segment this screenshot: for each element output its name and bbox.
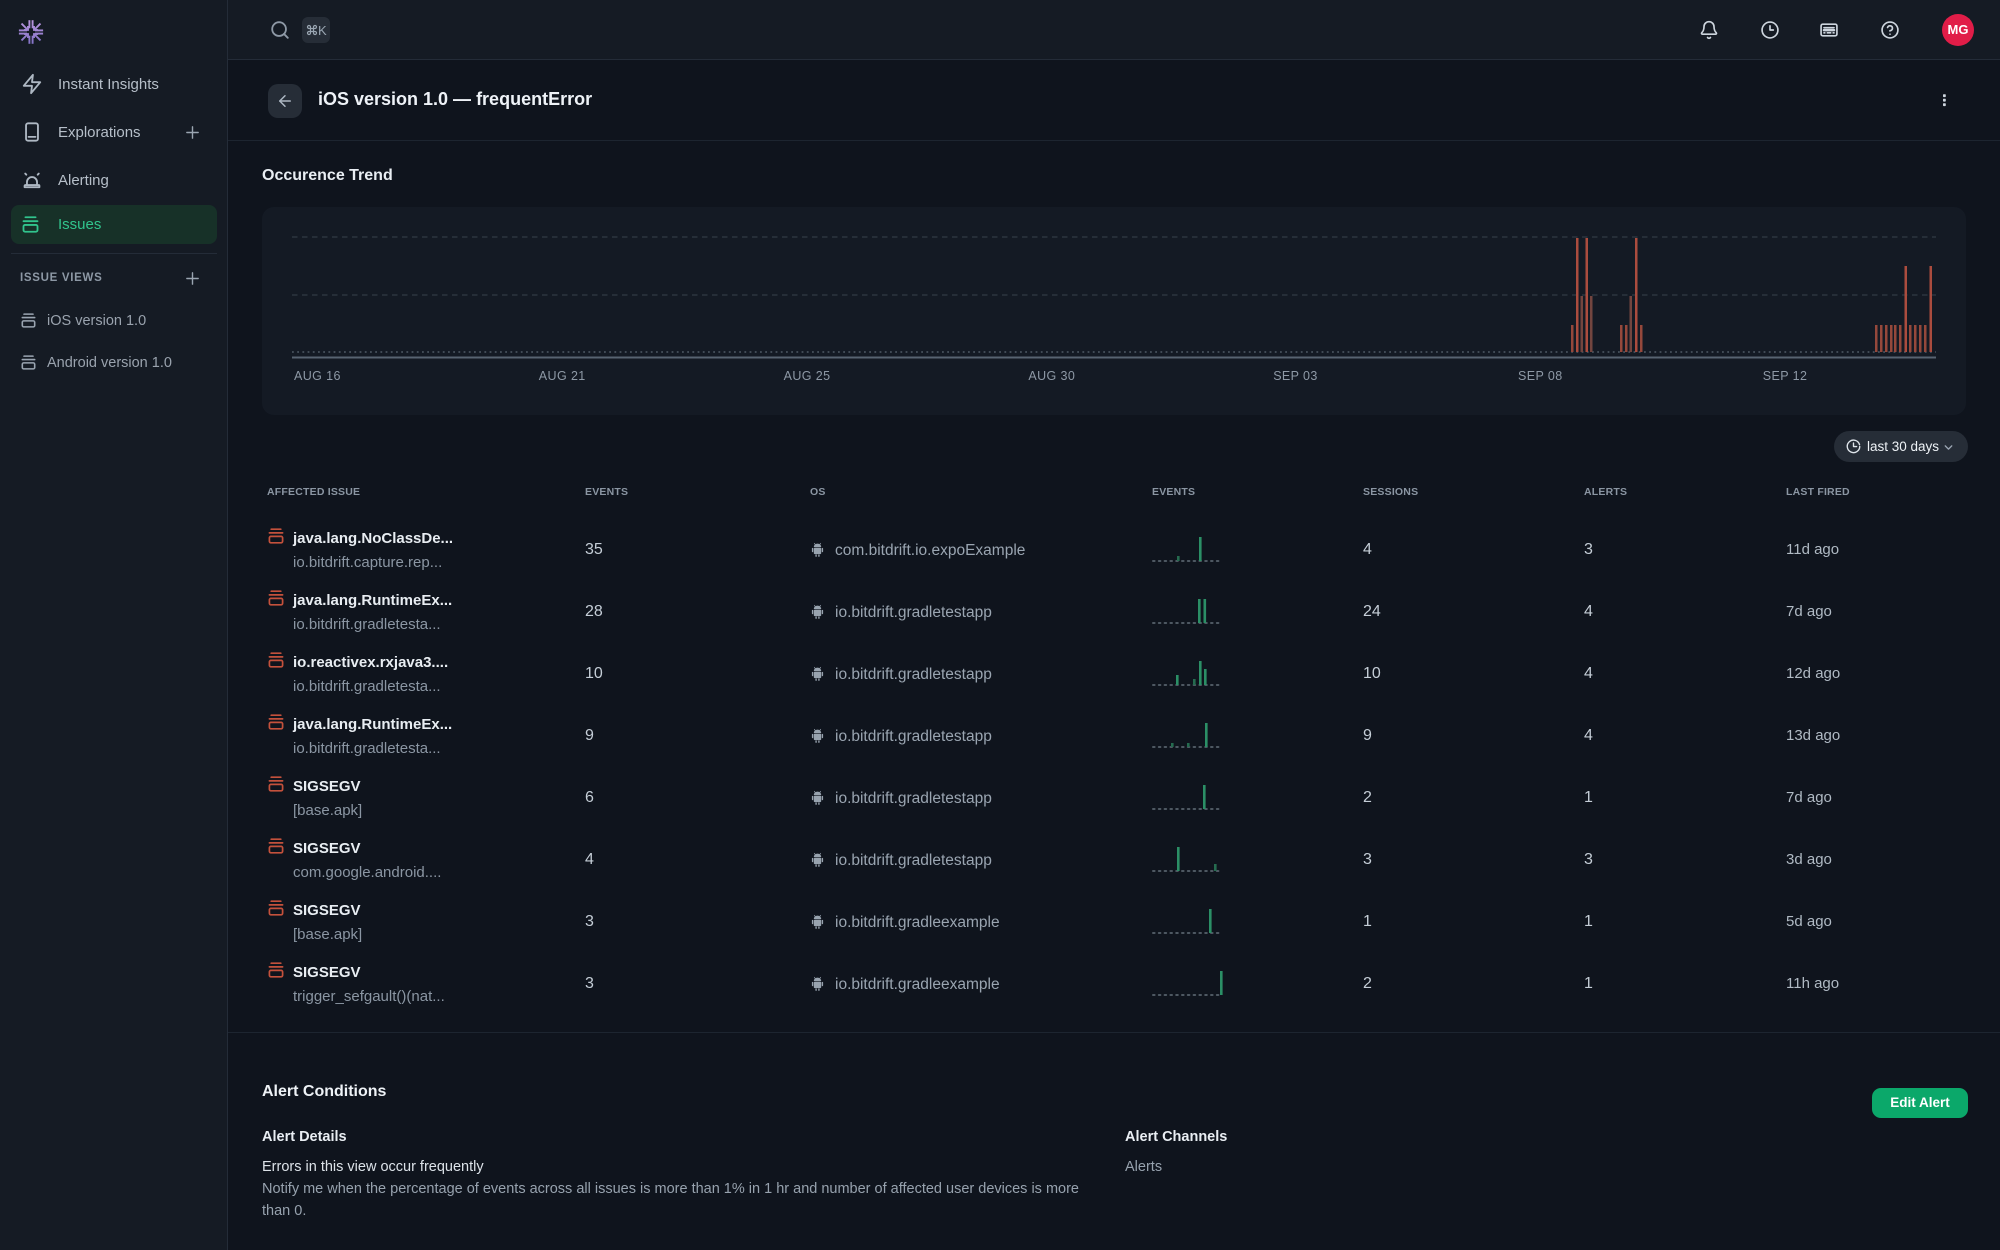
svg-text:AUG 30: AUG 30 (1028, 369, 1075, 383)
svg-text:AUG 25: AUG 25 (784, 369, 831, 383)
svg-text:SEP 12: SEP 12 (1763, 369, 1808, 383)
svg-text:AUG 21: AUG 21 (539, 369, 586, 383)
svg-text:SEP 08: SEP 08 (1518, 369, 1563, 383)
svg-text:SEP 03: SEP 03 (1273, 369, 1318, 383)
svg-text:AUG 16: AUG 16 (294, 369, 341, 383)
